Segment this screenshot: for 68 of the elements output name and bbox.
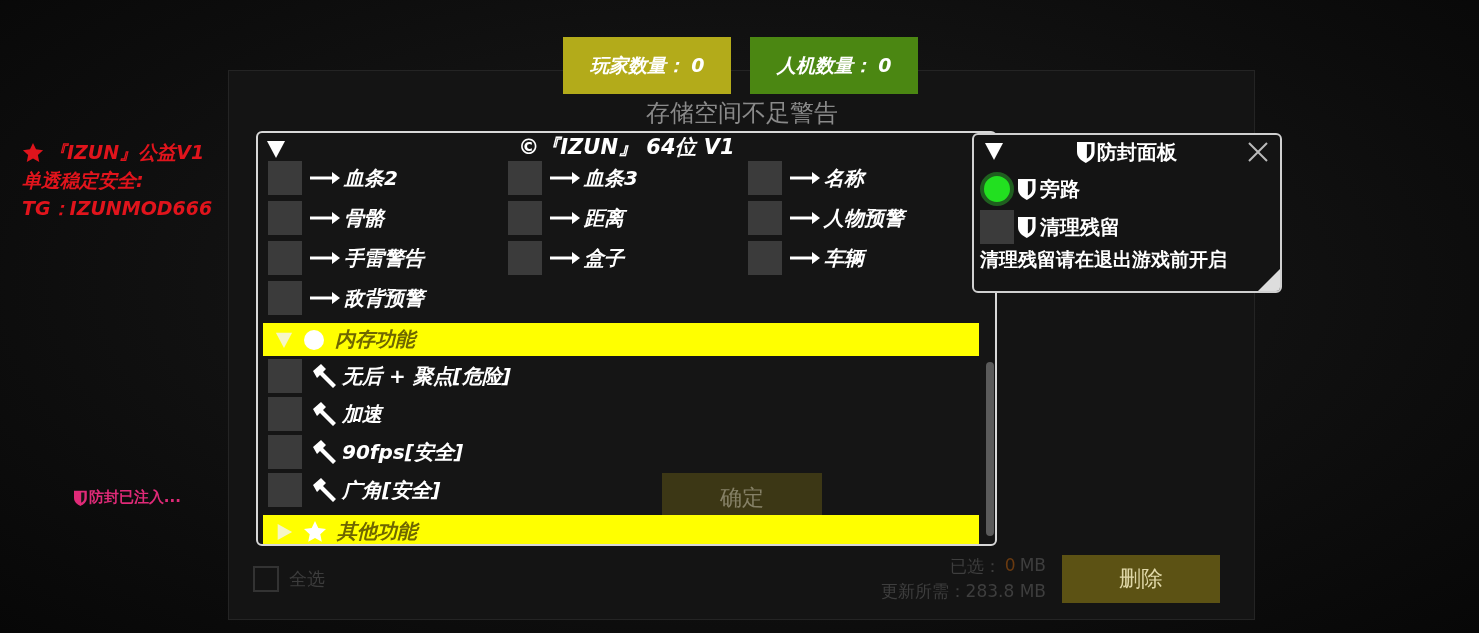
option-label[interactable]: 无后 + 聚点[危险] — [342, 362, 511, 390]
arrow-icon — [310, 291, 340, 305]
menu-title: ©『IZUN』 64位 V1 — [518, 134, 735, 161]
shield-icon — [1077, 141, 1095, 163]
checkbox[interactable] — [268, 281, 302, 315]
hammer-icon — [310, 477, 338, 503]
arrow-icon — [310, 171, 340, 185]
option-label[interactable]: 90fps[安全] — [342, 438, 464, 466]
checkbox[interactable] — [508, 241, 542, 275]
checkbox[interactable] — [268, 397, 302, 431]
option-label[interactable]: 清理残留 — [1039, 213, 1120, 241]
star-icon — [22, 142, 44, 164]
shield-icon — [74, 489, 87, 506]
close-icon[interactable] — [1248, 142, 1268, 162]
panel-note: 清理残留请在退出游戏前开启 — [980, 247, 1228, 272]
checkbox[interactable] — [508, 161, 542, 195]
caret-icon[interactable] — [984, 141, 1004, 161]
toggle-on[interactable] — [980, 172, 1014, 206]
checkbox[interactable] — [268, 473, 302, 507]
notice-text: TG：IZUNMOD666 — [22, 196, 213, 221]
checkbox[interactable] — [508, 201, 542, 235]
arrow-icon — [310, 251, 340, 265]
counter-badge: 人机数量： 0 — [750, 37, 918, 94]
checkbox[interactable] — [748, 161, 782, 195]
arrow-icon — [790, 171, 820, 185]
arrow-icon — [310, 211, 340, 225]
panel-title: 防封面板 — [1096, 138, 1177, 166]
arrow-icon — [550, 171, 580, 185]
option-label[interactable]: 血条3 — [584, 164, 638, 192]
hammer-icon — [310, 363, 338, 389]
checkbox[interactable] — [268, 241, 302, 275]
section-header[interactable]: 其他功能 — [263, 515, 979, 544]
circle-icon — [303, 328, 325, 351]
delete-button[interactable]: 删除 — [1062, 555, 1220, 603]
checkbox[interactable] — [268, 359, 302, 393]
arrow-icon — [790, 251, 820, 265]
shield-icon — [1018, 216, 1036, 238]
arrow-icon — [790, 211, 820, 225]
hammer-icon — [310, 439, 338, 465]
option-label[interactable]: 加速 — [342, 400, 382, 428]
option-label[interactable]: 盒子 — [584, 244, 624, 272]
notice-text: 单透稳定安全: — [22, 168, 144, 193]
counter-badge: 玩家数量： 0 — [563, 37, 731, 94]
option-label[interactable]: 手雷警告 — [344, 244, 424, 272]
option-label[interactable]: 血条2 — [344, 164, 398, 192]
checkbox[interactable] — [268, 201, 302, 235]
checkbox[interactable] — [748, 241, 782, 275]
checkbox[interactable] — [268, 435, 302, 469]
caret-icon[interactable] — [266, 139, 286, 159]
section-header[interactable]: 内存功能 — [263, 323, 979, 356]
select-all-checkbox[interactable] — [253, 566, 279, 592]
option-label[interactable]: 旁路 — [1039, 175, 1080, 203]
toggle-off[interactable] — [980, 210, 1014, 244]
arrow-icon — [550, 211, 580, 225]
star-icon — [303, 519, 327, 544]
shield-icon — [1018, 178, 1036, 200]
option-label[interactable]: 骨骼 — [344, 204, 384, 232]
hammer-icon — [310, 401, 338, 427]
arrow-icon — [550, 251, 580, 265]
notice-text: 『IZUN』公益V1 — [48, 140, 205, 165]
checkbox[interactable] — [748, 201, 782, 235]
scrollbar[interactable] — [986, 362, 994, 536]
status-text: 防封已注入... — [88, 488, 181, 507]
dialog-title: 存储空间不足警告 — [645, 98, 838, 129]
resize-handle[interactable] — [1258, 269, 1280, 291]
selected-value: 0 — [1004, 555, 1016, 577]
checkbox[interactable] — [268, 161, 302, 195]
option-label[interactable]: 广角[安全] — [342, 476, 441, 504]
